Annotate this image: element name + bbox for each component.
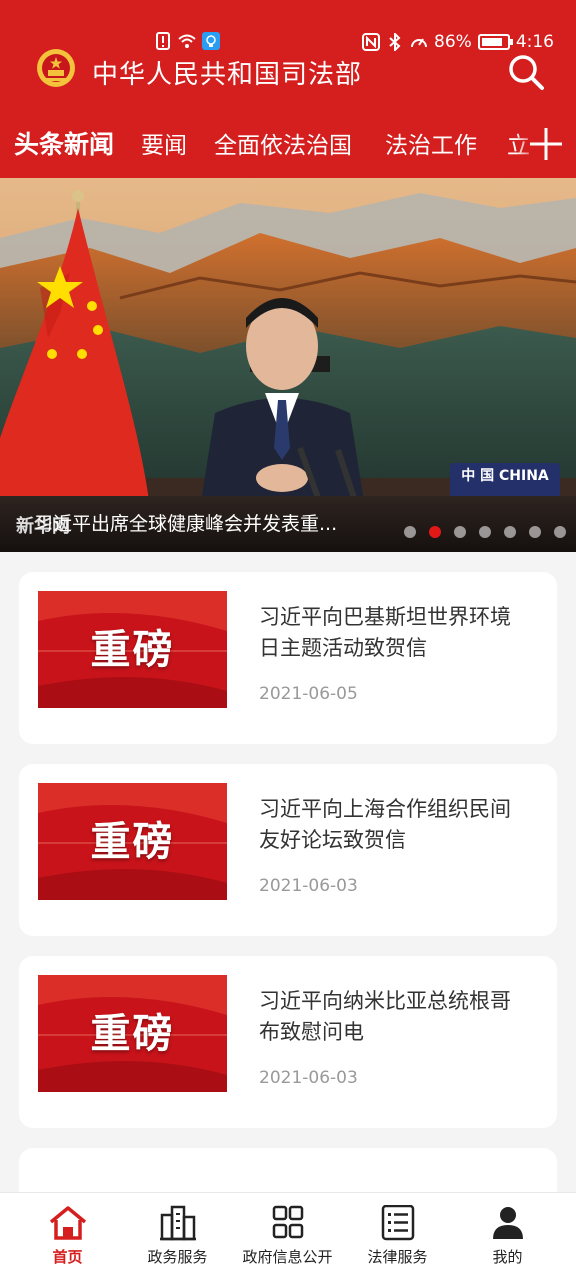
- thumbnail-label: 重磅: [90, 627, 175, 673]
- news-date: 2021-06-03: [259, 876, 358, 896]
- nav-profile[interactable]: 我的: [450, 1193, 565, 1280]
- tab-rule-of-law[interactable]: 全面依法治国: [214, 126, 352, 160]
- list-icon: [381, 1205, 415, 1241]
- nav-label: 首页: [52, 1248, 83, 1266]
- channel-tabs: 头条新闻 要闻 全面依法治国 法治工作 立: [0, 118, 576, 168]
- top-bar: 86% 4:16 中华人民共和国司法部 头条新闻 要闻 全面依法治国 法治工作 …: [0, 0, 576, 178]
- news-card[interactable]: 重磅 习近平向上海合作组织民间友好论坛致贺信 2021-06-03: [19, 764, 557, 936]
- building-icon: [160, 1205, 196, 1241]
- battery-icon: [477, 34, 513, 50]
- news-thumbnail: 重磅: [38, 783, 227, 900]
- news-title[interactable]: 习近平向上海合作组织民间友好论坛致贺信: [259, 794, 529, 856]
- nav-government-services[interactable]: 政务服务: [120, 1193, 235, 1280]
- news-card[interactable]: 重磅 习近平向巴基斯坦世界环境日主题活动致贺信 2021-06-05: [19, 572, 557, 744]
- app-title: 中华人民共和国司法部: [92, 60, 363, 90]
- nav-gov-info[interactable]: 政府信息公开: [230, 1193, 345, 1280]
- clock: 4:16: [515, 32, 554, 52]
- nav-label: 我的: [492, 1248, 523, 1266]
- carousel-dot[interactable]: [429, 526, 441, 538]
- news-title[interactable]: 习近平向纳米比亚总统根哥布致慰问电: [259, 986, 529, 1048]
- thumbnail-label: 重磅: [90, 819, 175, 865]
- person-icon: [493, 1207, 523, 1239]
- nav-legal-services[interactable]: 法律服务: [340, 1193, 455, 1280]
- add-channel-icon[interactable]: [526, 124, 566, 164]
- nfc-icon: [362, 33, 381, 51]
- name-plate-text: 中 国 CHINA: [461, 467, 549, 484]
- carousel-dot[interactable]: [554, 526, 566, 538]
- status-bar: 86% 4:16: [0, 30, 576, 56]
- nav-label: 政务服务: [147, 1248, 208, 1266]
- search-icon[interactable]: [506, 52, 546, 92]
- status-right: 86% 4:16: [362, 32, 554, 52]
- wifi-icon: [178, 34, 196, 48]
- tab-headlines[interactable]: 头条新闻: [14, 125, 114, 161]
- status-left: [154, 32, 220, 50]
- speed-icon: [411, 38, 428, 48]
- hero-caption[interactable]: 习近平出席全球健康峰会并发表重...: [34, 509, 337, 536]
- news-date: 2021-06-03: [259, 1068, 358, 1088]
- news-thumbnail: 重磅: [38, 975, 227, 1092]
- home-icon: [49, 1206, 87, 1240]
- carousel-dot[interactable]: [504, 526, 516, 538]
- national-emblem-icon: [37, 49, 75, 87]
- carousel-dot[interactable]: [479, 526, 491, 538]
- bottom-nav: 首页 政务服务 政府信息公开 法律服务 我的: [0, 1192, 576, 1280]
- news-thumbnail: 重磅: [38, 591, 227, 708]
- carousel-dot[interactable]: [529, 526, 541, 538]
- carousel-dot[interactable]: [404, 526, 416, 538]
- bluetooth-icon: [389, 33, 401, 51]
- carousel-dot[interactable]: [454, 526, 466, 538]
- news-date: 2021-06-05: [259, 684, 358, 704]
- alert-icon: [156, 32, 170, 50]
- nav-label: 政府信息公开: [242, 1248, 333, 1266]
- bulb-icon: [202, 32, 220, 50]
- carousel-dots: [404, 526, 566, 538]
- news-title[interactable]: 习近平向巴基斯坦世界环境日主题活动致贺信: [259, 602, 529, 664]
- news-card[interactable]: 重磅 习近平向纳米比亚总统根哥布致慰问电 2021-06-03: [19, 956, 557, 1128]
- battery-percent: 86%: [434, 32, 472, 52]
- tab-legal-work[interactable]: 法治工作: [385, 126, 477, 160]
- battery-fill: [481, 38, 503, 46]
- tab-key-news[interactable]: 要闻: [141, 126, 187, 160]
- thumbnail-label: 重磅: [90, 1011, 175, 1057]
- hero-carousel[interactable]: 中 国 CHINA 新华网 习近平出席全球健康峰会并发表重...: [0, 178, 576, 552]
- nav-label: 法律服务: [367, 1248, 428, 1266]
- nav-home[interactable]: 首页: [10, 1193, 125, 1280]
- grid-icon: [272, 1205, 304, 1239]
